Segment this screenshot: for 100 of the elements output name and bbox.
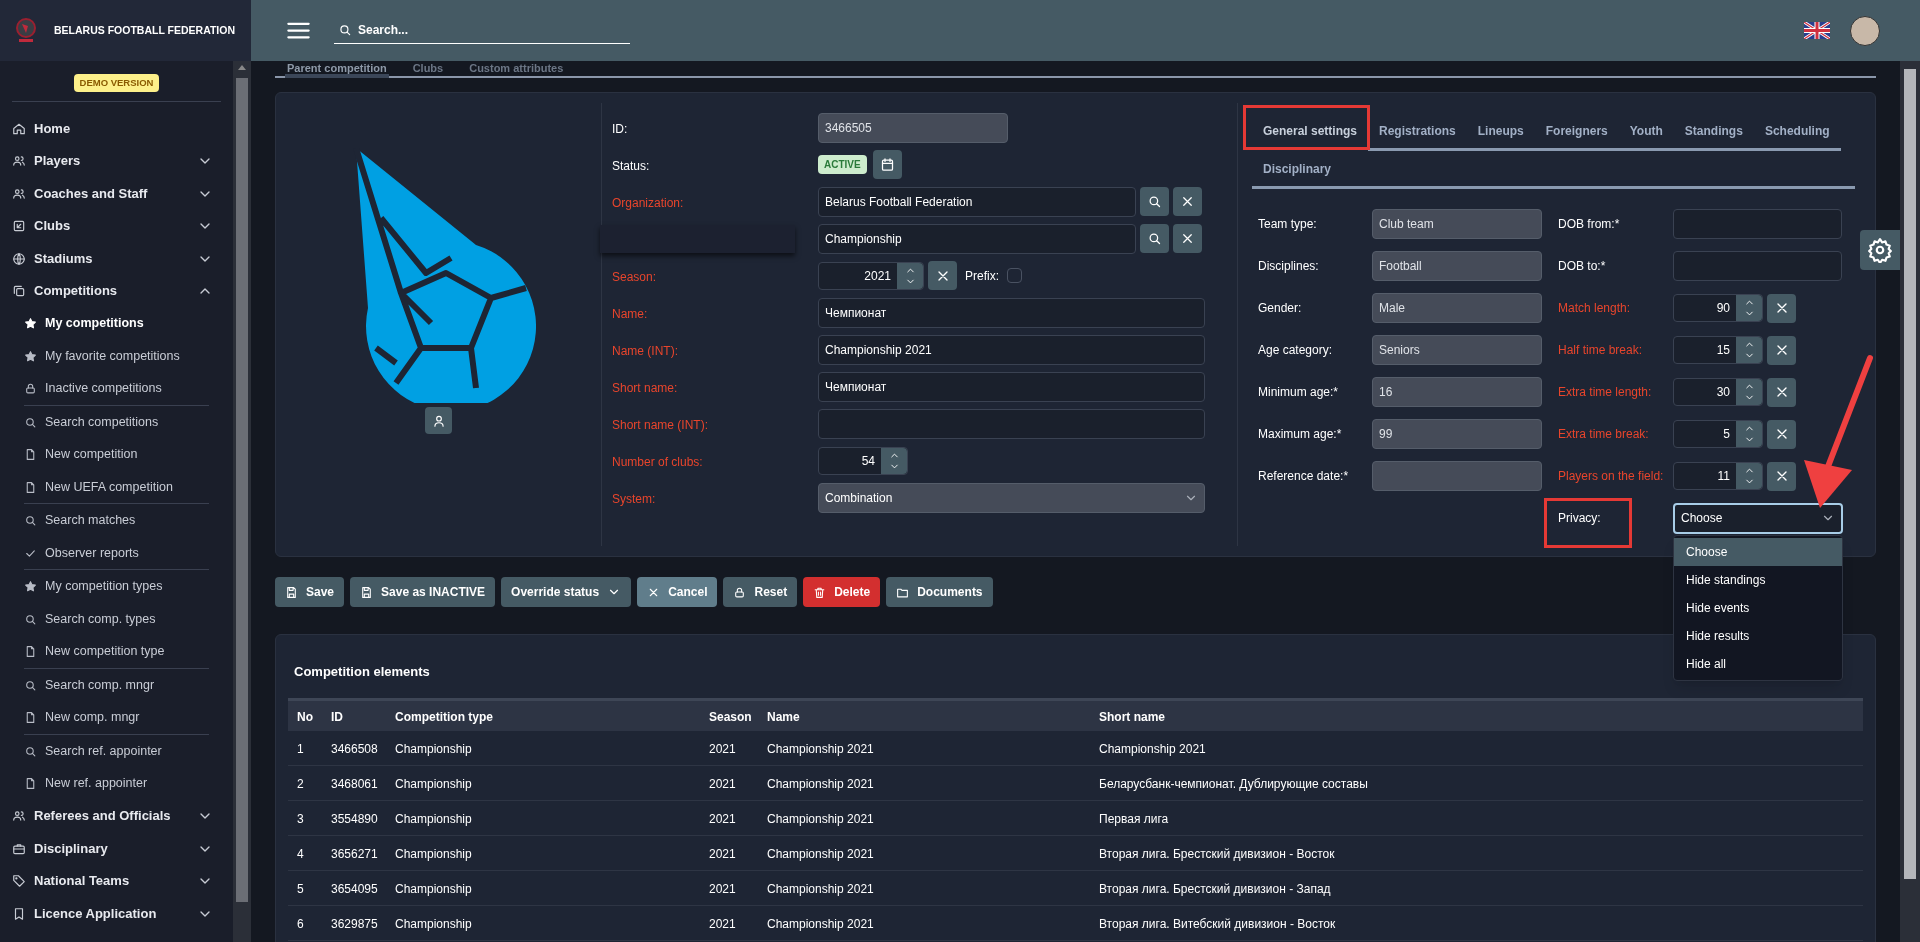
action-button[interactable]: Override status: [501, 577, 632, 607]
field-label: Number of clubs:: [612, 454, 703, 469]
search-button[interactable]: [1140, 224, 1169, 253]
text-field[interactable]: [1673, 209, 1842, 239]
field-label: DOB from:*: [1558, 216, 1621, 232]
person-button[interactable]: [425, 407, 452, 434]
clear-button[interactable]: [1767, 293, 1796, 323]
text-field[interactable]: [1673, 251, 1842, 281]
sidebar-subitem[interactable]: Search competitions: [0, 405, 233, 439]
select-field[interactable]: Combination: [818, 482, 1205, 513]
number-field[interactable]: 11: [1673, 462, 1763, 490]
sidebar-item[interactable]: Clubs: [0, 209, 233, 243]
sidebar-subitem[interactable]: Search comp. types: [0, 602, 233, 636]
number-field[interactable]: 2021: [818, 261, 924, 290]
tab[interactable]: Custom attributes: [467, 61, 566, 78]
tab[interactable]: Scheduling: [1753, 113, 1841, 151]
sidebar-subitem[interactable]: Search comp. mngr: [0, 668, 233, 702]
dropdown-option[interactable]: Choose: [1674, 537, 1842, 566]
sidebar-item[interactable]: Coaches and Staff: [0, 177, 233, 210]
spinner-control[interactable]: [897, 262, 923, 289]
flag-icon[interactable]: [1804, 22, 1830, 39]
text-field[interactable]: Belarus Football Federation: [818, 186, 1136, 217]
people-icon: [12, 809, 26, 823]
clear-button[interactable]: [1767, 335, 1796, 365]
number-field[interactable]: 90: [1673, 294, 1763, 322]
avatar[interactable]: [1850, 15, 1880, 46]
search-button[interactable]: [1140, 187, 1169, 216]
clear-button[interactable]: [1173, 224, 1202, 253]
prefix-checkbox[interactable]: [1007, 268, 1022, 283]
dropdown-option[interactable]: Hide events: [1674, 593, 1842, 622]
calendar-button[interactable]: [872, 150, 902, 179]
dropdown-option[interactable]: Hide all: [1674, 649, 1842, 678]
sidebar-item[interactable]: Home: [0, 112, 233, 145]
dropdown-option[interactable]: Hide standings: [1674, 565, 1842, 594]
tab[interactable]: Standings: [1673, 113, 1754, 151]
sidebar-item[interactable]: Competitions: [0, 274, 233, 308]
readonly-field: Male: [1372, 293, 1542, 323]
text-field[interactable]: Чемпионат: [818, 297, 1205, 328]
sidebar-subitem[interactable]: Search ref. appointer: [0, 734, 233, 768]
dropdown-option[interactable]: Hide results: [1674, 621, 1842, 650]
tab[interactable]: General settings: [1252, 113, 1369, 151]
sidebar-item[interactable]: Disciplinary: [0, 832, 233, 865]
spinner-control[interactable]: [881, 447, 907, 474]
tab[interactable]: Parent competition: [285, 61, 389, 78]
select-field[interactable]: Choose: [1673, 502, 1843, 534]
sidebar-item[interactable]: Licence Application: [0, 897, 233, 930]
clear-button[interactable]: [928, 261, 957, 290]
column-header: Short name: [1099, 709, 1165, 724]
sidebar-item[interactable]: National Teams: [0, 864, 233, 898]
clear-button[interactable]: [1767, 377, 1796, 407]
settings-button[interactable]: [1860, 230, 1900, 270]
sidebar-item[interactable]: Referees and Officials: [0, 799, 233, 833]
scrollbar[interactable]: [233, 61, 251, 942]
tab[interactable]: Youth: [1618, 113, 1674, 151]
action-button[interactable]: Reset: [723, 577, 798, 607]
sidebar-subitem[interactable]: Search matches: [0, 504, 233, 537]
tab[interactable]: Registrations: [1368, 113, 1467, 151]
sidebar-subitem[interactable]: New competition: [0, 438, 233, 471]
sidebar-subitem[interactable]: New UEFA competition: [0, 470, 233, 504]
tab[interactable]: Clubs: [410, 61, 446, 78]
emblem-logo: [14, 16, 38, 45]
field-label: Match length:: [1558, 300, 1632, 316]
text-field[interactable]: Чемпионат: [818, 371, 1205, 402]
brand-title: BELARUS FOOTBALL FEDERATION: [54, 22, 236, 38]
sidebar-item[interactable]: Stadiums: [0, 242, 233, 275]
sidebar-subitem[interactable]: Inactive competitions: [0, 372, 233, 405]
clear-button[interactable]: [1173, 187, 1202, 216]
number-field[interactable]: 30: [1673, 378, 1763, 406]
search-icon: [338, 23, 352, 38]
search-field[interactable]: Search...: [334, 17, 630, 44]
scrollbar[interactable]: [1900, 61, 1920, 942]
text-field[interactable]: [818, 408, 1205, 439]
action-button[interactable]: Delete: [803, 577, 881, 607]
action-button[interactable]: Cancel: [637, 577, 718, 607]
sidebar-subitem[interactable]: My favorite competitions: [0, 339, 233, 373]
demo-badge: DEMO VERSION: [73, 74, 160, 93]
sidebar-subitem[interactable]: New comp. mngr: [0, 701, 233, 734]
number-field[interactable]: 5: [1673, 420, 1763, 448]
tab[interactable]: Disciplinary: [1252, 151, 1855, 189]
number-field[interactable]: 15: [1673, 336, 1763, 364]
text-field[interactable]: Championship: [818, 223, 1136, 254]
column-header: Competition type: [395, 709, 493, 724]
sidebar-subitem[interactable]: My competition types: [0, 570, 233, 603]
sidebar-subitem[interactable]: New competition type: [0, 635, 233, 668]
sidebar-subitem[interactable]: New ref. appointer: [0, 767, 233, 800]
number-field[interactable]: 54: [818, 446, 908, 475]
text-field[interactable]: Championship 2021: [818, 334, 1205, 365]
sidebar-subitem[interactable]: My competitions: [0, 307, 233, 340]
sidebar-item[interactable]: Players: [0, 144, 233, 178]
clear-button[interactable]: [1767, 419, 1796, 449]
action-button[interactable]: Save as INACTIVE: [350, 577, 496, 607]
table-cell: Championship: [395, 916, 472, 931]
tab[interactable]: Foreigners: [1534, 113, 1619, 151]
person-icon: [431, 413, 446, 428]
sidebar-subitem[interactable]: Observer reports: [0, 536, 233, 570]
clear-button[interactable]: [1767, 461, 1796, 491]
action-button[interactable]: Documents: [886, 577, 993, 607]
action-button[interactable]: Save: [275, 577, 345, 607]
tab[interactable]: Lineups: [1466, 113, 1535, 151]
field-label: Status:: [612, 158, 650, 173]
